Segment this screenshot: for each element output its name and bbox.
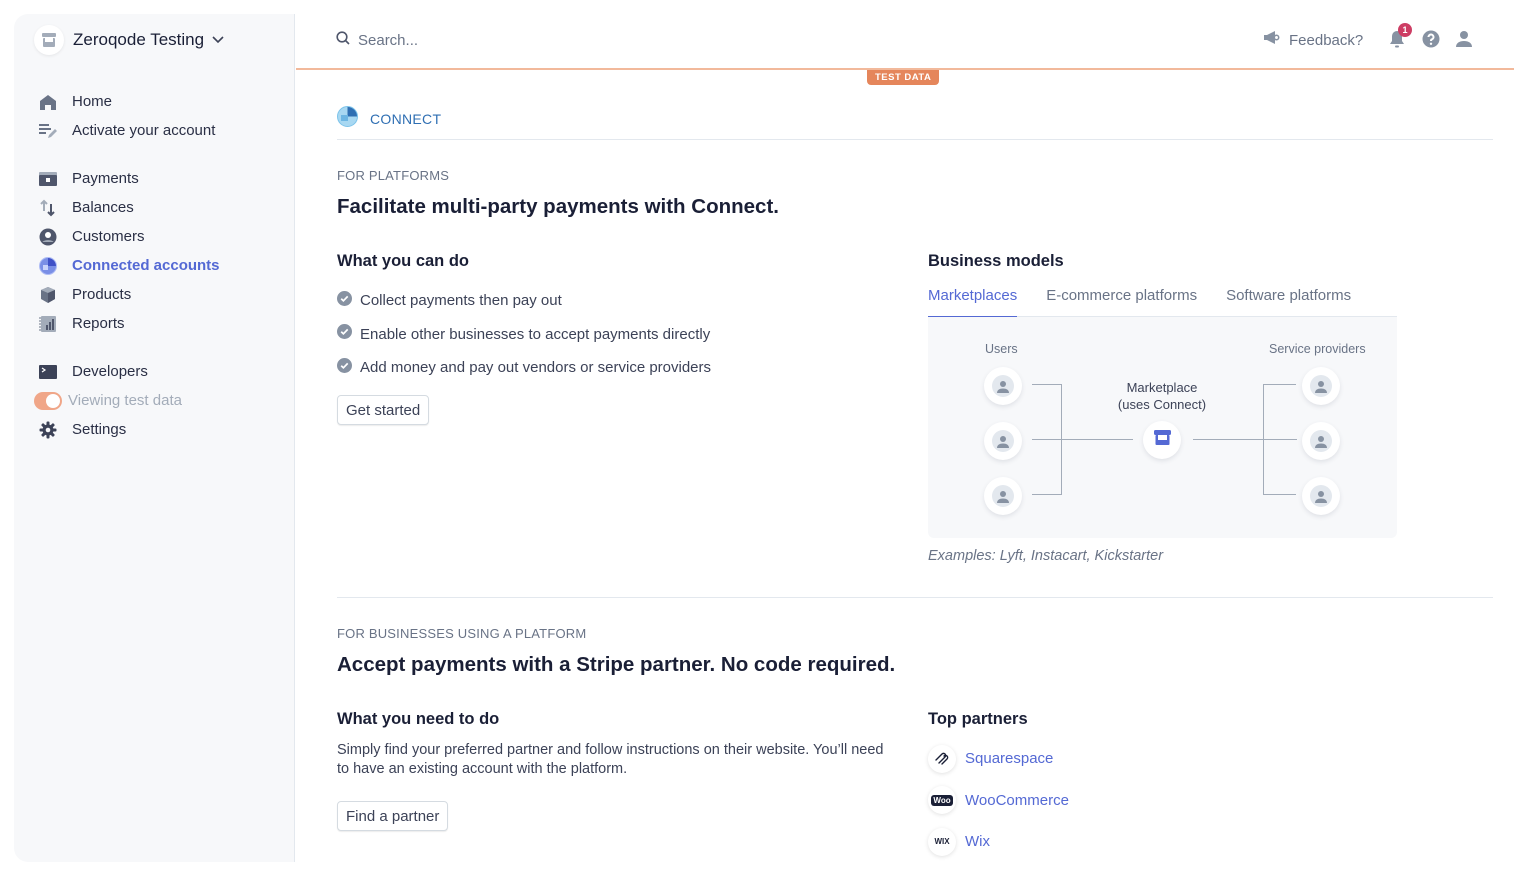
user-node <box>984 422 1022 460</box>
notification-badge: 1 <box>1398 23 1412 37</box>
user-icon <box>1455 30 1473 53</box>
list-item: Collect payments then pay out <box>337 284 711 318</box>
divider <box>337 139 1493 140</box>
sidebar-item-reports[interactable]: Reports <box>38 309 288 338</box>
user-node <box>984 367 1022 405</box>
provider-node <box>1302 422 1340 460</box>
sidebar-item-customers[interactable]: Customers <box>38 222 288 251</box>
examples-text: Examples: Lyft, Instacart, Kickstarter <box>928 548 1164 564</box>
can-do-title: What you can do <box>337 252 469 270</box>
sidebar-item-home[interactable]: Home <box>38 87 288 116</box>
check-circle-icon <box>337 324 352 344</box>
squarespace-logo-icon <box>928 744 956 773</box>
help-icon <box>1422 30 1440 53</box>
marketplace-node <box>1143 421 1181 459</box>
check-circle-icon <box>337 290 352 311</box>
breadcrumb: CONNECT <box>337 106 441 132</box>
check-circle-icon <box>337 357 352 378</box>
service-providers-label: Service providers <box>1269 342 1366 356</box>
account-switcher[interactable]: Zeroqode Testing <box>34 25 226 55</box>
users-label: Users <box>985 342 1018 356</box>
search-placeholder: Search... <box>358 32 419 49</box>
person-icon <box>1310 430 1332 452</box>
marketplace-diagram: Users Service providers Marketplace (use… <box>928 317 1397 538</box>
need-to-do-title: What you need to do <box>337 710 500 728</box>
person-icon <box>992 485 1014 507</box>
provider-node <box>1302 367 1340 405</box>
help-button[interactable] <box>1420 30 1442 52</box>
divider <box>337 597 1493 598</box>
notifications-button[interactable]: 1 <box>1386 23 1412 52</box>
tab-marketplaces[interactable]: Marketplaces <box>928 287 1018 318</box>
businesses-title: Accept payments with a Stripe partner. N… <box>337 653 896 676</box>
person-icon <box>1310 485 1332 507</box>
store-icon <box>34 25 64 55</box>
test-data-toggle[interactable] <box>34 391 62 411</box>
account-name: Zeroqode Testing <box>73 30 205 49</box>
top-bar: Search... Feedback? 1 <box>296 14 1514 70</box>
terminal-icon <box>38 362 58 382</box>
person-icon <box>1310 375 1332 397</box>
sidebar-item-balances[interactable]: Balances <box>38 193 288 222</box>
search-input[interactable]: Search... <box>336 31 418 50</box>
profile-button[interactable] <box>1453 30 1475 52</box>
sidebar-item-test-data-toggle[interactable]: Viewing test data <box>34 386 288 415</box>
sidebar-item-developers[interactable]: Developers <box>38 357 288 386</box>
connect-logo-icon <box>337 106 358 132</box>
user-node <box>984 477 1022 515</box>
need-to-do-description: Simply find your preferred partner and f… <box>337 742 884 777</box>
search-icon <box>336 31 350 50</box>
get-started-button[interactable]: Get started <box>337 395 430 425</box>
balances-icon <box>38 198 58 218</box>
platforms-title: Facilitate multi-party payments with Con… <box>337 195 779 218</box>
can-do-list: Collect payments then pay out Enable oth… <box>337 284 711 385</box>
home-icon <box>38 92 58 112</box>
list-item: Add money and pay out vendors or service… <box>337 351 711 385</box>
find-partner-button[interactable]: Find a partner <box>337 801 449 831</box>
person-icon <box>992 430 1014 452</box>
activate-icon <box>38 121 58 141</box>
sidebar-nav: Home Activate your account Payments Bala… <box>34 87 288 444</box>
person-icon <box>992 375 1014 397</box>
products-icon <box>38 285 58 305</box>
sidebar-item-products[interactable]: Products <box>38 280 288 309</box>
partners-list: Squarespace Woo WooCommerce WIX Wix <box>928 738 1069 863</box>
sidebar-item-connected-accounts[interactable]: Connected accounts <box>38 251 288 280</box>
connect-icon <box>38 256 58 276</box>
test-data-badge: TEST DATA <box>867 70 940 85</box>
partner-wix[interactable]: WIX Wix <box>928 821 1069 863</box>
list-item: Enable other businesses to accept paymen… <box>337 318 711 352</box>
partner-woocommerce[interactable]: Woo WooCommerce <box>928 780 1069 822</box>
storefront-icon <box>1153 430 1171 450</box>
tab-software-platforms[interactable]: Software platforms <box>1226 287 1351 317</box>
sidebar-item-settings[interactable]: Settings <box>38 415 288 444</box>
sidebar: Zeroqode Testing Home Activate your acco… <box>14 14 295 862</box>
reports-icon <box>38 314 58 334</box>
wix-logo-icon: WIX <box>928 827 956 856</box>
customers-icon <box>38 227 58 247</box>
sidebar-item-activate-account[interactable]: Activate your account <box>38 116 288 145</box>
megaphone-icon <box>1263 31 1280 49</box>
gear-icon <box>38 420 58 440</box>
provider-node <box>1302 477 1340 515</box>
marketplace-label: Marketplace (uses Connect) <box>1117 380 1207 412</box>
business-model-tabs: Marketplaces E-commerce platforms Softwa… <box>928 287 1397 318</box>
partner-squarespace[interactable]: Squarespace <box>928 738 1069 780</box>
breadcrumb-connect[interactable]: CONNECT <box>370 111 441 127</box>
platforms-eyebrow: FOR PLATFORMS <box>337 168 450 183</box>
woo-logo-icon: Woo <box>928 786 956 815</box>
tab-ecommerce-platforms[interactable]: E-commerce platforms <box>1046 287 1197 317</box>
feedback-button[interactable]: Feedback? <box>1263 31 1363 49</box>
top-partners-title: Top partners <box>928 710 1028 728</box>
payments-icon <box>38 169 58 189</box>
chevron-down-icon <box>212 33 226 47</box>
businesses-eyebrow: FOR BUSINESSES USING A PLATFORM <box>337 626 587 641</box>
business-models-title: Business models <box>928 252 1064 270</box>
sidebar-item-payments[interactable]: Payments <box>38 164 288 193</box>
